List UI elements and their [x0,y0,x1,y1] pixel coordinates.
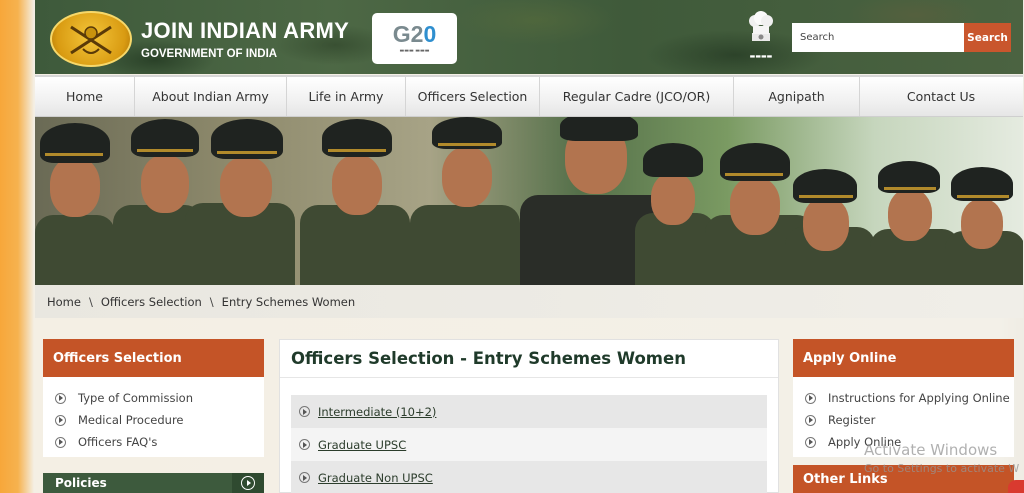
breadcrumb-home[interactable]: Home [47,295,81,309]
sidebar-item-label: Medical Procedure [78,413,184,427]
scheme-item-intermediate[interactable]: Intermediate (10+2) [291,395,767,428]
nav-item-officers-selection[interactable]: Officers Selection [406,77,540,116]
chevron-circle-icon [241,476,255,490]
site-header: JOIN INDIAN ARMY GOVERNMENT OF INDIA G20… [35,0,1023,74]
sidebar-item-label: Officers FAQ's [78,435,158,449]
army-emblem-icon[interactable] [50,11,132,67]
activate-windows-watermark: Activate Windows Go to Settings to activ… [864,441,1019,475]
breadcrumb-separator: \ [209,294,214,309]
sidebar-item-instructions[interactable]: Instructions for Applying Online [793,387,1014,409]
breadcrumb-current: Entry Schemes Women [221,294,356,309]
chevron-circle-icon [55,436,66,448]
sidebar-item-label: Type of Commission [78,391,193,405]
breadcrumb: Home \ Officers Selection \ Entry Scheme… [35,285,1023,318]
policies-label: Policies [55,476,107,490]
ashoka-emblem-icon: ▬▬▬▬ [742,7,780,67]
chevron-circle-icon [805,414,816,426]
chevron-circle-icon [805,436,816,448]
chevron-circle-icon [299,439,310,450]
scheme-link[interactable]: Intermediate (10+2) [318,405,436,419]
banner-figure [35,117,125,285]
left-sidebar: Officers Selection Type of Commission Me… [43,339,264,457]
banner-figure [185,117,295,285]
banner-figure [945,117,1023,285]
page-title: Officers Selection - Entry Schemes Women [280,340,778,378]
search-input[interactable] [792,23,964,52]
nav-item-contact-us[interactable]: Contact Us [860,77,1022,116]
breadcrumb-officers-selection[interactable]: Officers Selection [101,295,202,309]
sidebar-item-label: Register [828,413,876,427]
scheme-list: Intermediate (10+2) Graduate UPSC Gradua… [291,395,767,493]
g20-logo: G20 ▬▬▬ ▬▬▬ [372,13,457,64]
search-button[interactable]: Search [964,23,1011,52]
nav-item-home[interactable]: Home [35,77,135,116]
nav-item-about-indian-army[interactable]: About Indian Army [135,77,287,116]
g20-zero-glyph: 0 [423,21,437,47]
right-sidebar: Apply Online Instructions for Applying O… [793,339,1014,457]
main-nav: Home About Indian Army Life in Army Offi… [35,75,1023,117]
watermark-line-1: Activate Windows [864,441,998,459]
nav-item-agnipath[interactable]: Agnipath [734,77,860,116]
banner-figure [635,117,715,285]
scheme-link[interactable]: Graduate Non UPSC [318,471,433,485]
right-sidebar-heading: Apply Online [793,339,1014,377]
g20-logo-caption: ▬▬▬ ▬▬▬ [399,48,430,54]
watermark-line-2: Go to Settings to activate W [864,462,1020,475]
sidebar-item-medical-procedure[interactable]: Medical Procedure [43,409,264,431]
g20-logo-text: G20 [392,21,437,47]
banner-figure [410,117,520,285]
chevron-circle-icon [805,392,816,404]
banner-figure [785,117,875,285]
nav-item-life-in-army[interactable]: Life in Army [287,77,406,116]
hero-banner-image [35,117,1023,285]
site-subtitle: GOVERNMENT OF INDIA [141,48,278,60]
scheme-item-graduate-non-upsc[interactable]: Graduate Non UPSC [291,461,767,493]
sidebar-item-register[interactable]: Register [793,409,1014,431]
sidebar-item-officers-faqs[interactable]: Officers FAQ's [43,431,264,453]
chat-widget-button[interactable] [1008,480,1024,493]
main-content: Officers Selection - Entry Schemes Women… [279,339,779,493]
site-title[interactable]: JOIN INDIAN ARMY [141,18,349,44]
banner-figure [300,117,410,285]
sidebar-item-type-of-commission[interactable]: Type of Commission [43,387,264,409]
scheme-item-graduate-upsc[interactable]: Graduate UPSC [291,428,767,461]
sidebar-item-label: Instructions for Applying Online [828,391,1010,405]
nav-item-regular-cadre[interactable]: Regular Cadre (JCO/OR) [540,77,734,116]
expand-button[interactable] [232,473,264,493]
chevron-circle-icon [55,414,66,426]
chevron-circle-icon [299,406,310,417]
scheme-link[interactable]: Graduate UPSC [318,438,406,452]
ashoka-caption: ▬▬▬▬ [749,53,773,60]
chevron-circle-icon [299,472,310,483]
left-sidebar-heading: Officers Selection [43,339,264,377]
policies-accordion[interactable]: Policies [43,473,264,493]
breadcrumb-separator: \ [88,294,93,309]
chevron-circle-icon [55,392,66,404]
